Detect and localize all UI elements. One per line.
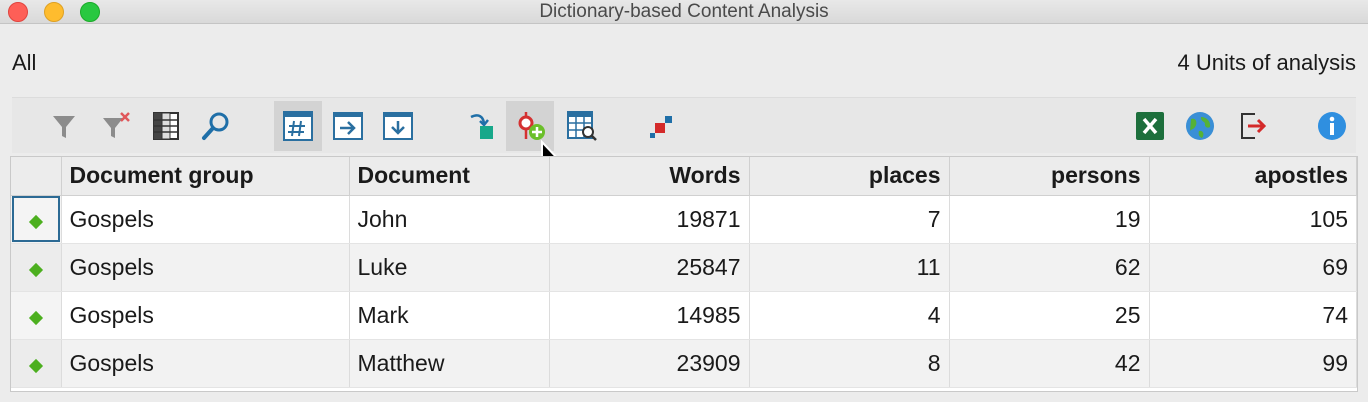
cell-document: John: [349, 195, 550, 244]
table-row[interactable]: Gospels John 19871 7 19 105: [11, 195, 1357, 244]
cell-apostles: 74: [1149, 291, 1357, 340]
table-row[interactable]: Gospels Mark 14985 4 25 74: [11, 291, 1357, 340]
column-header-apostles[interactable]: apostles: [1149, 157, 1357, 196]
column-header-document-group[interactable]: Document group: [61, 157, 350, 196]
cell-document: Luke: [349, 243, 550, 292]
info-button[interactable]: [1308, 101, 1356, 151]
cell-document-group: Gospels: [61, 195, 350, 244]
cell-document-group: Gospels: [61, 243, 350, 292]
cell-apostles: 99: [1149, 339, 1357, 388]
column-header-document[interactable]: Document: [349, 157, 550, 196]
filter-button[interactable]: [40, 101, 88, 151]
cell-document: Matthew: [349, 339, 550, 388]
codeline-icon: [650, 116, 672, 138]
cell-words: 23909: [549, 339, 750, 388]
export-down-button[interactable]: [374, 101, 422, 151]
diamond-icon: [28, 262, 43, 277]
cell-document: Mark: [349, 291, 550, 340]
column-header-words[interactable]: Words: [549, 157, 750, 196]
cell-places: 8: [749, 339, 950, 388]
table-row[interactable]: Gospels Matthew 23909 8 42 99: [11, 339, 1357, 388]
cell-places: 4: [749, 291, 950, 340]
cell-persons: 42: [949, 339, 1150, 388]
filter-icon: [53, 116, 75, 138]
table-search-icon: [567, 111, 597, 141]
cell-words: 14985: [549, 291, 750, 340]
clear-filter-button[interactable]: [92, 101, 140, 151]
window-title: Dictionary-based Content Analysis: [539, 1, 829, 22]
column-header-places[interactable]: places: [749, 157, 950, 196]
info-icon: [1318, 112, 1346, 140]
cell-places: 11: [749, 243, 950, 292]
search-icon: [202, 112, 229, 140]
cell-persons: 19: [949, 195, 1150, 244]
frequency-table-button[interactable]: [274, 101, 322, 151]
row-marker[interactable]: [11, 243, 62, 292]
export-button[interactable]: [1228, 101, 1276, 151]
transform-icon: [470, 114, 493, 139]
row-marker[interactable]: [11, 195, 62, 244]
column-header-persons[interactable]: persons: [949, 157, 1150, 196]
columns-button[interactable]: [142, 101, 190, 151]
units-count: 4 Units of analysis: [1177, 50, 1356, 75]
toolbar: [12, 97, 1356, 153]
cell-words: 25847: [549, 243, 750, 292]
export-right-icon: [333, 112, 363, 140]
row-marker[interactable]: [11, 339, 62, 388]
cell-persons: 62: [949, 243, 1150, 292]
clear-filter-icon: [103, 112, 130, 138]
table-search-button[interactable]: [558, 101, 606, 151]
search-button[interactable]: [192, 101, 240, 151]
cell-document-group: Gospels: [61, 291, 350, 340]
table-header-row: Document group Document Words places per…: [11, 157, 1357, 196]
results-table: Document group Document Words places per…: [10, 156, 1358, 392]
cell-persons: 25: [949, 291, 1150, 340]
cell-places: 7: [749, 195, 950, 244]
column-header-marker[interactable]: [11, 157, 62, 196]
transform-button[interactable]: [456, 101, 504, 151]
codeline-button[interactable]: [638, 101, 686, 151]
export-right-button[interactable]: [324, 101, 372, 151]
export-down-icon: [383, 112, 413, 140]
export-icon: [1241, 113, 1267, 139]
table-row[interactable]: Gospels Luke 25847 11 62 69: [11, 243, 1357, 292]
diamond-icon: [28, 214, 43, 229]
cell-words: 19871: [549, 195, 750, 244]
title-bar: Dictionary-based Content Analysis: [0, 0, 1368, 24]
cell-apostles: 69: [1149, 243, 1357, 292]
excel-export-button[interactable]: [1126, 101, 1174, 151]
cell-apostles: 105: [1149, 195, 1357, 244]
frequency-table-icon: [283, 111, 313, 141]
web-icon: [1186, 112, 1214, 140]
columns-icon: [153, 112, 179, 140]
diamond-icon: [28, 310, 43, 325]
diamond-icon: [28, 358, 43, 373]
excel-icon: [1136, 112, 1164, 140]
add-code-icon: [518, 112, 545, 140]
web-export-button[interactable]: [1176, 101, 1224, 151]
cell-document-group: Gospels: [61, 339, 350, 388]
filter-label: All: [12, 50, 37, 75]
row-marker[interactable]: [11, 291, 62, 340]
